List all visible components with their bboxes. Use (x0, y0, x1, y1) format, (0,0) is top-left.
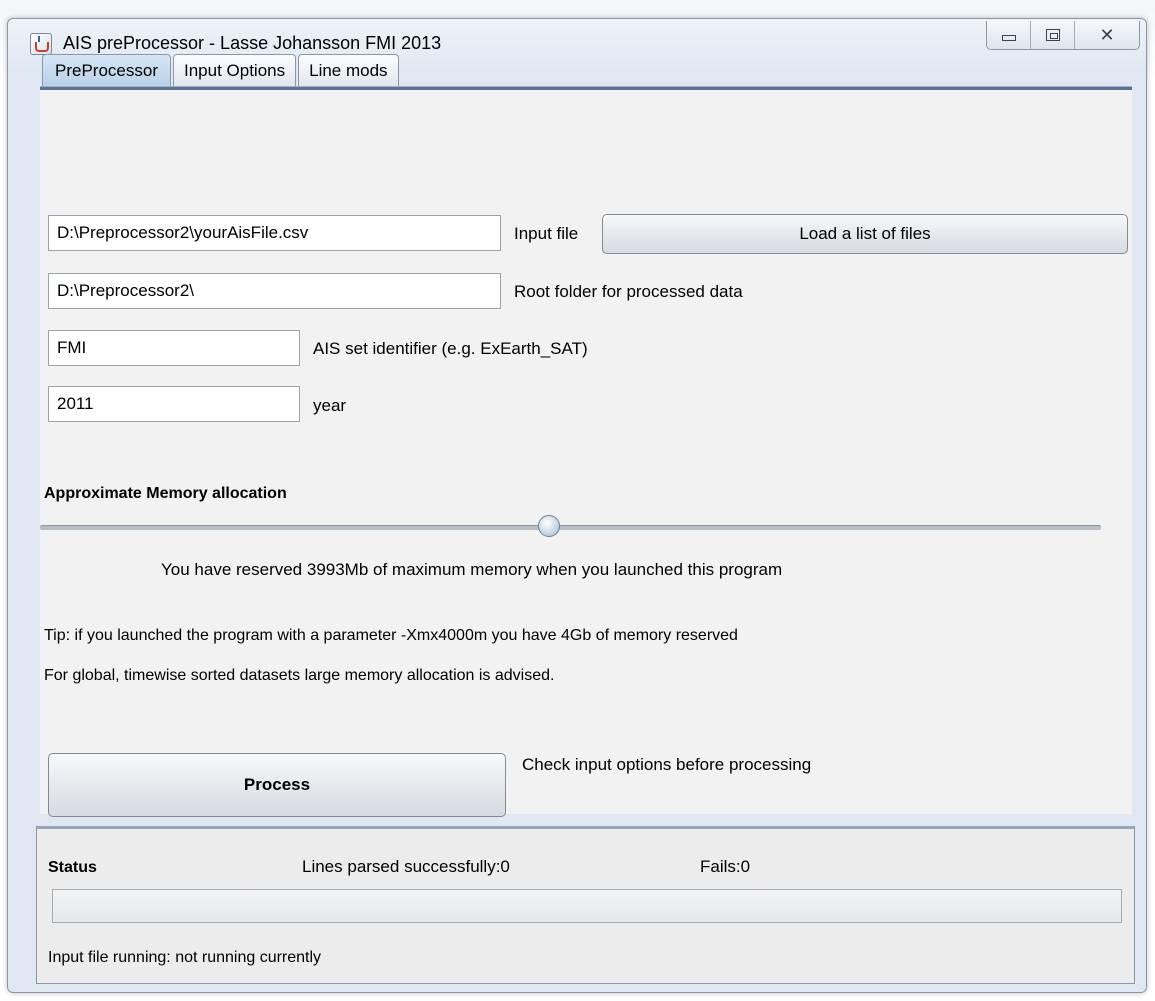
load-files-button[interactable]: Load a list of files (602, 214, 1128, 254)
status-panel: Status Lines parsed successfully:0 Fails… (36, 826, 1135, 984)
minimize-button[interactable] (987, 21, 1031, 49)
maximize-icon (1045, 29, 1060, 41)
running-status-text: Input file running: not running currentl… (48, 949, 322, 966)
year-label: year (313, 396, 347, 415)
status-heading: Status (48, 859, 97, 876)
close-button[interactable]: ✕ (1075, 21, 1139, 49)
tab-input-options[interactable]: Input Options (172, 54, 297, 86)
minimize-icon (1001, 35, 1016, 41)
memory-reserved-text: You have reserved 3993Mb of maximum memo… (161, 560, 783, 579)
memory-tip-text: Tip: if you launched the program with a … (44, 627, 738, 644)
progress-bar (52, 889, 1122, 923)
input-file-label: Input file (514, 224, 579, 243)
preprocessor-panel: D:\Preprocessor2\yourAisFile.csv Input f… (40, 90, 1132, 817)
process-hint: Check input options before processing (522, 755, 812, 774)
tab-preprocessor[interactable]: PreProcessor (42, 54, 171, 86)
set-identifier-label: AIS set identifier (e.g. ExEarth_SAT) (313, 339, 588, 358)
year-field[interactable]: 2011 (48, 386, 300, 422)
input-file-field[interactable]: D:\Preprocessor2\yourAisFile.csv (48, 215, 501, 251)
window-title: AIS preProcessor - Lasse Johansson FMI 2… (63, 33, 442, 53)
root-folder-field[interactable]: D:\Preprocessor2\ (48, 273, 501, 309)
java-cup-icon (30, 33, 52, 55)
lines-parsed-text: Lines parsed successfully:0 (302, 857, 510, 876)
fails-text: Fails:0 (700, 857, 751, 876)
maximize-button[interactable] (1031, 21, 1075, 49)
tab-bar: PreProcessor Input Options Line mods (42, 54, 401, 87)
memory-advice-text: For global, timewise sorted datasets lar… (44, 667, 555, 684)
root-folder-label: Root folder for processed data (514, 282, 743, 301)
memory-slider-knob[interactable] (538, 515, 561, 537)
caption-buttons: ✕ (986, 21, 1140, 50)
process-button[interactable]: Process (48, 753, 506, 817)
set-identifier-field[interactable]: FMI (48, 330, 300, 366)
tab-line-mods[interactable]: Line mods (298, 54, 399, 86)
memory-heading: Approximate Memory allocation (44, 485, 287, 502)
close-icon: ✕ (1099, 24, 1115, 45)
memory-slider-track[interactable] (40, 525, 1101, 530)
